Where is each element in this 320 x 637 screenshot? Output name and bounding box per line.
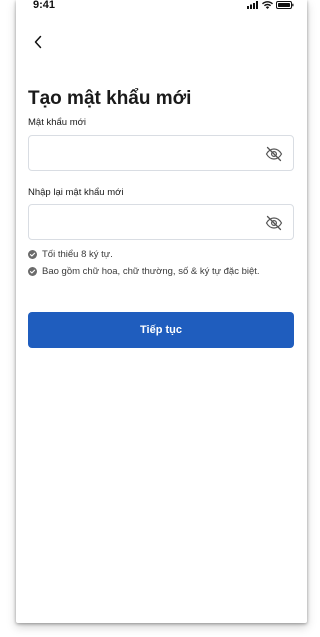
- new-password-label: Mật khẩu mới: [28, 117, 86, 128]
- check-circle-icon: [28, 250, 37, 259]
- status-icons: [247, 1, 294, 9]
- password-rule-text: Tối thiểu 8 ký tự.: [42, 249, 113, 260]
- page-title: Tạo mật khẩu mới: [28, 88, 192, 109]
- confirm-password-label: Nhập lại mật khẩu mới: [28, 187, 124, 198]
- check-circle-icon: [28, 267, 37, 276]
- password-rule-text: Bao gồm chữ hoa, chữ thường, số & ký tự …: [42, 266, 260, 277]
- toggle-password-visibility-button[interactable]: [265, 146, 283, 162]
- toggle-confirm-password-visibility-button[interactable]: [265, 215, 283, 231]
- status-time: 9:41: [33, 0, 56, 11]
- new-password-field[interactable]: [28, 135, 294, 172]
- back-button[interactable]: [28, 32, 48, 52]
- continue-button[interactable]: Tiếp tục: [28, 312, 294, 348]
- wifi-icon: [262, 1, 273, 9]
- password-rule-min-length: Tối thiểu 8 ký tự.: [28, 249, 288, 260]
- eye-off-icon: [265, 215, 283, 231]
- status-bar: 9:41: [16, 0, 307, 14]
- cellular-signal-icon: [247, 1, 258, 9]
- confirm-password-field[interactable]: [28, 204, 294, 241]
- password-rule-character-types: Bao gồm chữ hoa, chữ thường, số & ký tự …: [28, 266, 280, 277]
- eye-off-icon: [265, 146, 283, 162]
- chevron-left-icon: [34, 35, 42, 49]
- phone-screen: 9:41 Tạo mật khẩu mới Mật khẩu mới Nhập …: [16, 0, 307, 623]
- confirm-password-input[interactable]: [39, 205, 253, 241]
- new-password-input[interactable]: [39, 136, 253, 172]
- battery-icon: [276, 1, 294, 9]
